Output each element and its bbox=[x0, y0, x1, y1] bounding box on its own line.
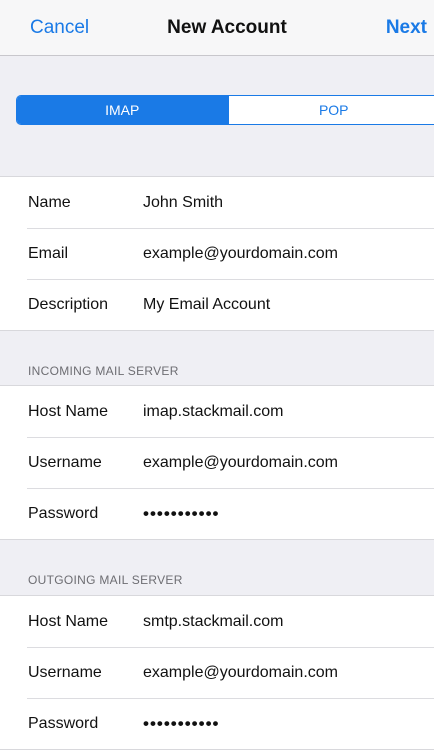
incoming-password-row[interactable]: Password ••••••••••• bbox=[0, 488, 434, 539]
outgoing-username-label: Username bbox=[28, 664, 102, 682]
outgoing-host-label: Host Name bbox=[28, 613, 108, 631]
email-field[interactable]: example@yourdomain.com bbox=[143, 245, 338, 263]
incoming-username-field[interactable]: example@yourdomain.com bbox=[143, 454, 338, 472]
incoming-username-row[interactable]: Username example@yourdomain.com bbox=[0, 437, 434, 488]
page-title-text: New Account bbox=[167, 17, 287, 38]
email-row[interactable]: Email example@yourdomain.com bbox=[0, 228, 434, 279]
navigation-bar: Cancel New Account Next bbox=[0, 0, 434, 56]
outgoing-server-group: Host Name smtp.stackmail.com Username ex… bbox=[0, 595, 434, 750]
account-type-segmented-control: IMAP POP bbox=[16, 95, 434, 125]
page-title: New Account bbox=[0, 16, 434, 40]
email-label: Email bbox=[28, 245, 68, 263]
incoming-host-label: Host Name bbox=[28, 403, 108, 421]
next-button[interactable]: Next bbox=[386, 16, 427, 40]
name-field[interactable]: John Smith bbox=[143, 194, 223, 212]
outgoing-host-row[interactable]: Host Name smtp.stackmail.com bbox=[0, 596, 434, 647]
outgoing-password-row[interactable]: Password ••••••••••• bbox=[0, 698, 434, 749]
incoming-section-header: INCOMING MAIL SERVER bbox=[28, 364, 179, 378]
outgoing-host-field[interactable]: smtp.stackmail.com bbox=[143, 613, 283, 631]
incoming-host-field[interactable]: imap.stackmail.com bbox=[143, 403, 283, 421]
name-label: Name bbox=[28, 194, 71, 212]
outgoing-section-header: OUTGOING MAIL SERVER bbox=[28, 573, 183, 587]
segment-pop[interactable]: POP bbox=[228, 96, 434, 124]
outgoing-password-field[interactable]: ••••••••••• bbox=[143, 714, 219, 734]
outgoing-username-row[interactable]: Username example@yourdomain.com bbox=[0, 647, 434, 698]
incoming-username-label: Username bbox=[28, 454, 102, 472]
incoming-host-row[interactable]: Host Name imap.stackmail.com bbox=[0, 386, 434, 437]
outgoing-username-field[interactable]: example@yourdomain.com bbox=[143, 664, 338, 682]
segment-imap[interactable]: IMAP bbox=[17, 96, 228, 124]
description-field[interactable]: My Email Account bbox=[143, 296, 270, 314]
incoming-password-field[interactable]: ••••••••••• bbox=[143, 504, 219, 524]
description-row[interactable]: Description My Email Account bbox=[0, 279, 434, 330]
name-row[interactable]: Name John Smith bbox=[0, 177, 434, 228]
incoming-password-label: Password bbox=[28, 505, 98, 523]
account-info-group: Name John Smith Email example@yourdomain… bbox=[0, 176, 434, 331]
incoming-server-group: Host Name imap.stackmail.com Username ex… bbox=[0, 385, 434, 540]
outgoing-password-label: Password bbox=[28, 715, 98, 733]
description-label: Description bbox=[28, 296, 108, 314]
